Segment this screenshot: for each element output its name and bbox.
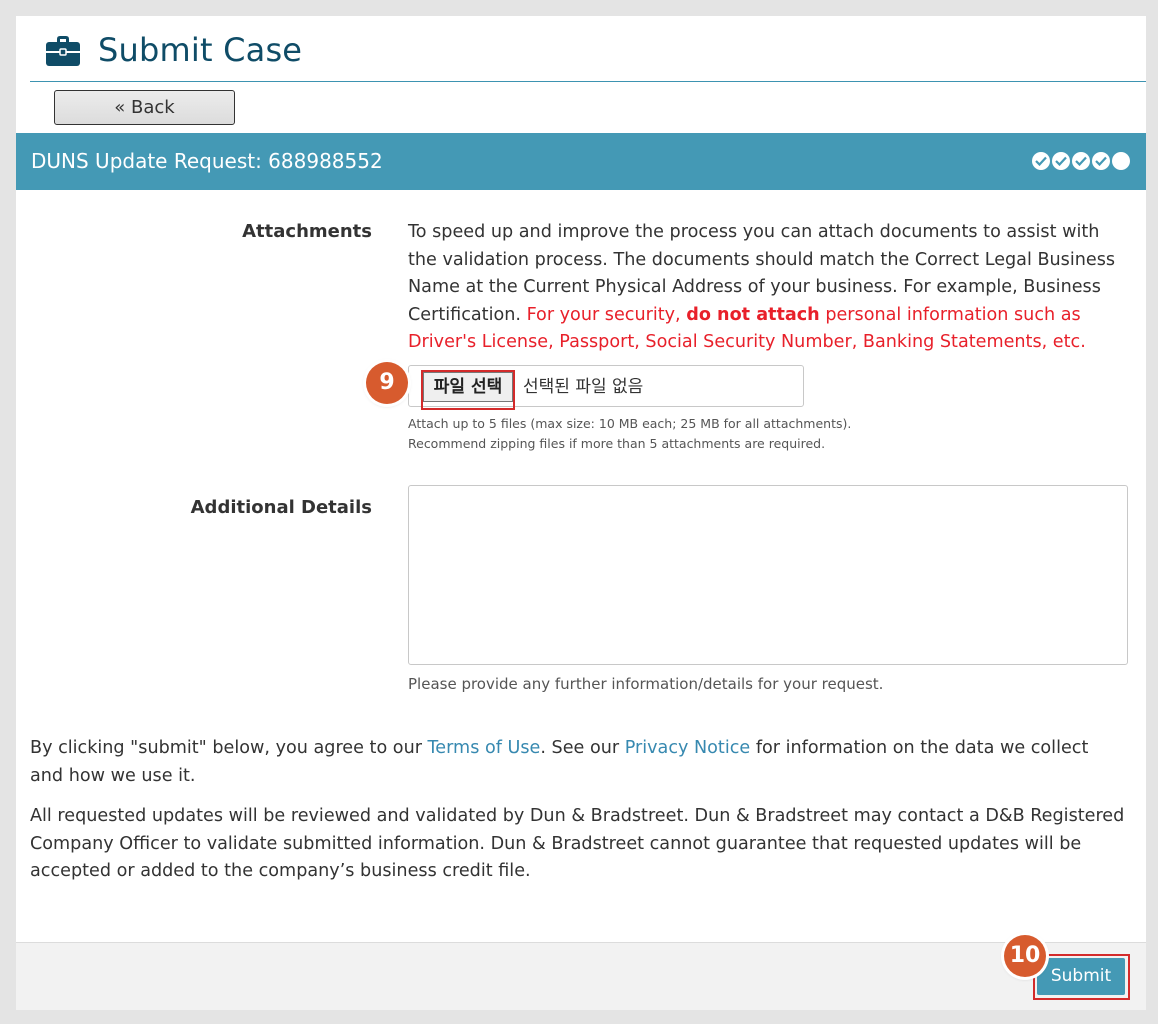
privacy-notice-link[interactable]: Privacy Notice xyxy=(625,738,751,758)
agreement-text: By clicking "submit" below, you agree to… xyxy=(30,738,1089,786)
step-badge: 9 xyxy=(366,362,408,404)
request-title: DUNS Update Request: 688988552 xyxy=(31,149,383,173)
terms-of-use-link[interactable]: Terms of Use xyxy=(428,738,541,758)
attachments-help: Recommend zipping files if more than 5 a… xyxy=(408,436,826,451)
attachments-help: Attach up to 5 files (max size: 10 MB ea… xyxy=(408,416,852,431)
page-title: Submit Case xyxy=(98,31,303,69)
page-header: Submit Case xyxy=(32,28,302,72)
step-complete-icon xyxy=(1092,152,1110,170)
step-complete-icon xyxy=(1052,152,1070,170)
header-divider xyxy=(30,81,1146,82)
highlight-box xyxy=(1033,954,1130,1000)
step-current-icon xyxy=(1112,152,1130,170)
additional-details-textarea[interactable] xyxy=(408,485,1128,665)
additional-details-help: Please provide any further information/d… xyxy=(408,675,884,693)
highlight-box xyxy=(421,370,515,410)
step-complete-icon xyxy=(1032,152,1050,170)
additional-details-label: Additional Details xyxy=(190,497,372,518)
back-button[interactable]: « Back xyxy=(54,90,235,125)
file-status: 선택된 파일 없음 xyxy=(523,377,644,397)
briefcase-icon xyxy=(46,36,80,66)
request-banner: DUNS Update Request: 688988552 xyxy=(16,133,1146,190)
attachments-label: Attachments xyxy=(242,221,372,242)
form-footer xyxy=(16,942,1146,1010)
attachments-description: To speed up and improve the process you … xyxy=(408,219,1132,357)
step-badge: 10 xyxy=(1004,935,1046,977)
review-note: All requested updates will be reviewed a… xyxy=(30,806,1125,881)
progress-steps xyxy=(1032,152,1130,170)
step-complete-icon xyxy=(1072,152,1090,170)
